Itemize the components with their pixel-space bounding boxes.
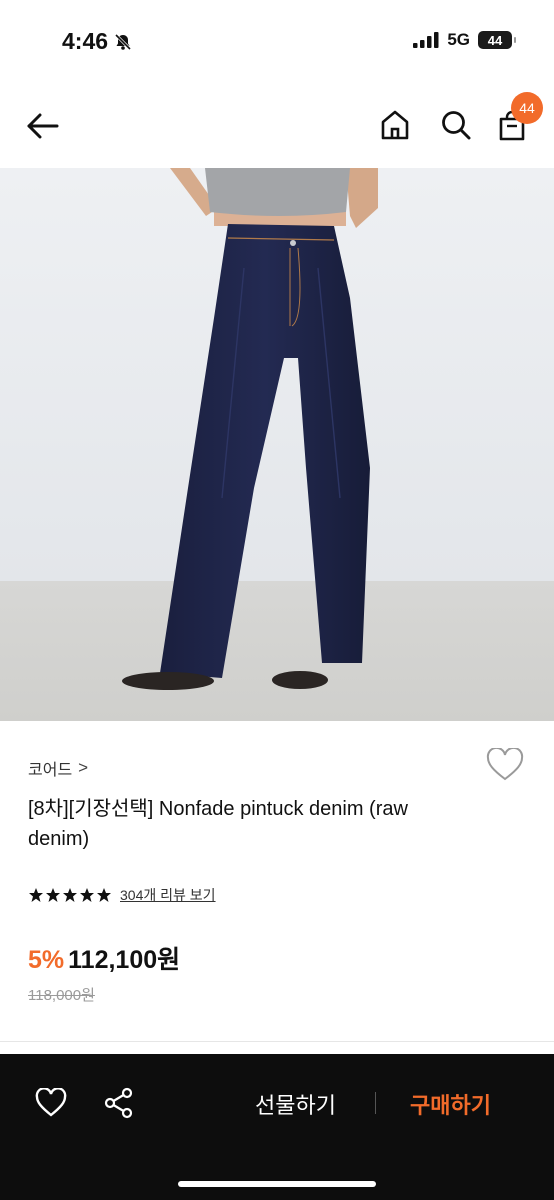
divider xyxy=(0,1041,554,1042)
chevron-right-icon: > xyxy=(78,758,89,777)
action-separator xyxy=(375,1092,376,1114)
brand-name: 코어드 xyxy=(28,762,73,779)
gift-button[interactable]: 선물하기 xyxy=(255,1088,336,1120)
heart-outline-icon xyxy=(35,1088,67,1117)
product-image[interactable] xyxy=(0,168,554,721)
bottom-action-bar xyxy=(0,1054,554,1200)
cart-count-badge: 44 xyxy=(511,92,543,124)
cart-count: 44 xyxy=(519,100,535,116)
review-link[interactable]: 304개 리뷰 보기 xyxy=(120,885,216,905)
sale-price: 112,100원 xyxy=(68,946,181,974)
star-icon xyxy=(63,888,77,902)
back-button[interactable] xyxy=(22,106,64,146)
favorite-button[interactable] xyxy=(486,746,524,787)
battery-icon: 44 xyxy=(478,31,516,49)
top-navigation xyxy=(0,84,554,168)
status-time-label: 4:46 xyxy=(62,28,109,54)
status-bar: 4:46 5G 44 xyxy=(0,0,554,84)
status-indicators: 5G 44 xyxy=(413,30,516,50)
brand-link[interactable]: 코어드 > xyxy=(28,756,88,780)
share-button[interactable] xyxy=(100,1084,138,1122)
network-label: 5G xyxy=(447,30,470,49)
rating-row: 304개 리뷰 보기 xyxy=(28,885,216,905)
heart-icon xyxy=(486,746,524,781)
signal-icon xyxy=(413,32,439,48)
star-icon xyxy=(97,888,111,902)
home-button[interactable] xyxy=(376,104,414,146)
star-icon xyxy=(80,888,94,902)
rating-stars xyxy=(28,887,112,903)
buy-button[interactable]: 구매하기 xyxy=(410,1088,491,1120)
home-icon xyxy=(381,110,409,140)
battery-level: 44 xyxy=(487,32,503,48)
status-time: 4:46 xyxy=(62,28,132,55)
search-button[interactable] xyxy=(436,104,476,146)
original-price: 118,000원 xyxy=(28,987,95,1004)
discount-rate: 5% xyxy=(28,946,65,974)
arrow-left-icon xyxy=(27,113,59,139)
home-indicator[interactable] xyxy=(178,1181,376,1187)
price-row: 5% 112,100원 xyxy=(28,940,180,976)
wishlist-button[interactable] xyxy=(32,1084,70,1122)
star-icon xyxy=(29,888,43,902)
bell-muted-icon xyxy=(114,33,132,50)
product-photo xyxy=(0,168,554,721)
search-icon xyxy=(442,111,471,140)
share-icon xyxy=(104,1087,133,1119)
star-icon xyxy=(46,888,60,902)
product-title: [8차][기장선택] Nonfade pintuck denim (raw de… xyxy=(28,798,408,850)
